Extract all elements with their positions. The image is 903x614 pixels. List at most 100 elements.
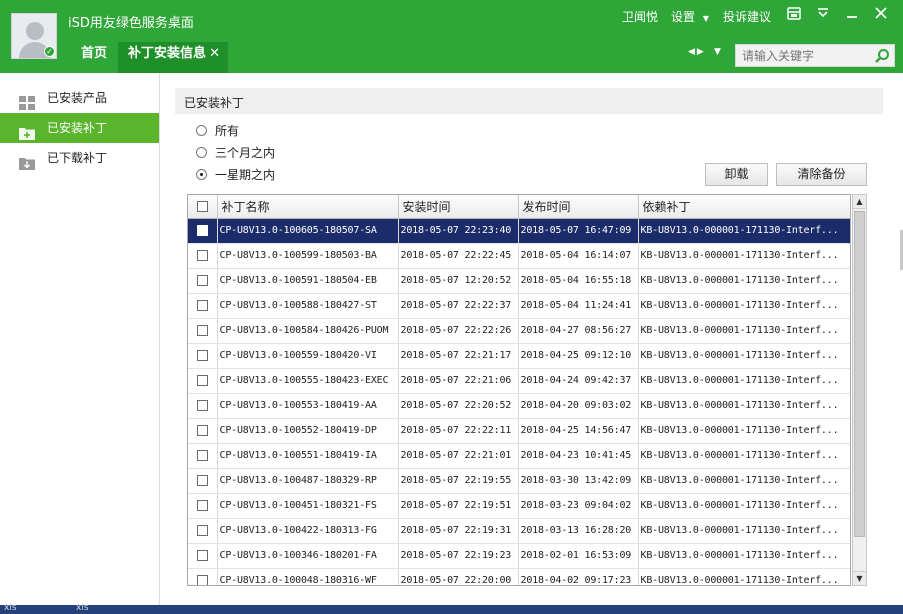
install-time-cell: 2018-05-07 22:19:55 <box>398 468 519 494</box>
clear-backup-button[interactable]: 清除备份 <box>776 163 867 186</box>
radio-icon <box>196 125 207 136</box>
table-row[interactable]: CP-U8V13.0-100422-180313-FG 2018-05-07 22… <box>188 518 850 544</box>
install-time-cell: 2018-05-07 22:19:51 <box>398 493 519 519</box>
tab-patch-info-label: 补丁安装信息 <box>128 46 207 61</box>
table-row[interactable]: CP-U8V13.0-100487-180329-RP 2018-05-07 22… <box>188 468 850 494</box>
row-checkbox[interactable] <box>188 543 218 569</box>
sidebar-item-downloaded-patches[interactable]: 已下载补丁 <box>0 143 159 173</box>
depends-cell: KB-U8V13.0-000001-171130-Interf... <box>638 493 850 519</box>
table-body: CP-U8V13.0-100605-180507-SA 2018-05-07 22… <box>188 218 850 585</box>
select-all-checkbox[interactable] <box>188 195 218 219</box>
table-row[interactable]: CP-U8V13.0-100552-180419-DP 2018-05-07 22… <box>188 418 850 444</box>
tab-patch-info[interactable]: 补丁安装信息 ✕ <box>118 42 228 73</box>
table-row[interactable]: CP-U8V13.0-100451-180321-FS 2018-05-07 22… <box>188 493 850 519</box>
table-row[interactable]: CP-U8V13.0-100584-180426-PUOM 2018-05-07 … <box>188 318 850 344</box>
scroll-thumb[interactable] <box>854 211 865 537</box>
taskbar-item[interactable]: xls <box>76 603 89 613</box>
publish-time-cell: 2018-03-30 13:42:09 <box>518 468 639 494</box>
close-tab-icon[interactable]: ✕ <box>209 42 220 66</box>
checkbox-icon <box>196 349 208 361</box>
minimize-icon[interactable] <box>843 7 861 25</box>
depends-cell: KB-U8V13.0-000001-171130-Interf... <box>638 293 850 319</box>
row-checkbox[interactable] <box>188 418 218 444</box>
depends-cell: KB-U8V13.0-000001-171130-Interf... <box>638 468 850 494</box>
depends-cell: KB-U8V13.0-000001-171130-Interf... <box>638 518 850 544</box>
row-checkbox[interactable] <box>188 493 218 519</box>
install-time-cell: 2018-05-07 22:21:17 <box>398 343 519 369</box>
app-title: iSD用友绿色服务桌面 <box>68 16 194 31</box>
row-checkbox[interactable] <box>188 293 218 319</box>
publish-time-cell: 2018-02-01 16:53:09 <box>518 543 639 569</box>
table-row[interactable]: CP-U8V13.0-100588-180427-ST 2018-05-07 22… <box>188 293 850 319</box>
row-checkbox[interactable] <box>188 218 218 244</box>
publish-time-cell: 2018-05-04 16:55:18 <box>518 268 639 294</box>
feedback-link[interactable]: 投诉建议 <box>723 8 771 26</box>
scroll-down-icon[interactable]: ▼ <box>853 571 866 585</box>
publish-time-cell: 2018-04-02 09:17:23 <box>518 568 639 585</box>
row-checkbox[interactable] <box>188 518 218 544</box>
settings-menu[interactable]: 设置 ▼ <box>671 8 709 26</box>
depends-cell: KB-U8V13.0-000001-171130-Interf... <box>638 543 850 569</box>
row-checkbox[interactable] <box>188 568 218 585</box>
table-row[interactable]: CP-U8V13.0-100555-180423-EXEC 2018-05-07 … <box>188 368 850 394</box>
tab-list-dropdown-icon[interactable]: ▼ <box>714 47 721 57</box>
patch-name-cell: CP-U8V13.0-100588-180427-ST <box>217 293 399 319</box>
tab-home[interactable]: 首页 <box>70 42 118 73</box>
close-window-icon[interactable] <box>872 7 890 25</box>
install-time-cell: 2018-05-07 22:19:31 <box>398 518 519 544</box>
table-row[interactable]: CP-U8V13.0-100553-180419-AA 2018-05-07 22… <box>188 393 850 419</box>
publish-time-cell: 2018-03-13 16:28:20 <box>518 518 639 544</box>
checkbox-icon <box>196 374 208 386</box>
user-name[interactable]: 卫闻悦 <box>622 8 658 26</box>
column-header-name[interactable]: 补丁名称 <box>217 195 399 219</box>
publish-time-cell: 2018-04-20 09:03:02 <box>518 393 639 419</box>
tab-scroll-arrows-icon[interactable]: ◀▶ <box>688 47 706 57</box>
publish-time-cell: 2018-04-25 09:12:10 <box>518 343 639 369</box>
radio-label: 一星期之内 <box>215 168 276 182</box>
column-header-depends[interactable]: 依赖补丁 <box>638 195 850 219</box>
table-row[interactable]: CP-U8V13.0-100605-180507-SA 2018-05-07 22… <box>188 218 850 244</box>
table-row[interactable]: CP-U8V13.0-100559-180420-VI 2018-05-07 22… <box>188 343 850 369</box>
row-checkbox[interactable] <box>188 468 218 494</box>
install-time-cell: 2018-05-07 12:20:52 <box>398 268 519 294</box>
row-checkbox[interactable] <box>188 318 218 344</box>
vertical-scrollbar[interactable]: ▲ ▼ <box>852 194 867 586</box>
patch-name-cell: CP-U8V13.0-100555-180423-EXEC <box>217 368 399 394</box>
row-checkbox[interactable] <box>188 393 218 419</box>
taskbar-strip: xls xls <box>0 603 903 614</box>
taskbar-item[interactable]: xls <box>4 603 17 613</box>
row-checkbox[interactable] <box>188 443 218 469</box>
scroll-up-icon[interactable]: ▲ <box>853 195 866 209</box>
table-row[interactable]: CP-U8V13.0-100551-180419-IA 2018-05-07 22… <box>188 443 850 469</box>
table-row[interactable]: CP-U8V13.0-100346-180201-FA 2018-05-07 22… <box>188 543 850 569</box>
sidebar-item-installed-products[interactable]: 已安装产品 <box>0 83 159 113</box>
table-row[interactable]: CP-U8V13.0-100048-180316-WF 2018-05-07 22… <box>188 568 850 585</box>
row-checkbox[interactable] <box>188 268 218 294</box>
row-checkbox[interactable] <box>188 368 218 394</box>
search-input[interactable] <box>742 47 872 64</box>
table-row[interactable]: CP-U8V13.0-100591-180504-EB 2018-05-07 12… <box>188 268 850 294</box>
row-checkbox[interactable] <box>188 343 218 369</box>
checkbox-icon <box>196 449 208 461</box>
column-header-published[interactable]: 发布时间 <box>518 195 639 219</box>
patch-name-cell: CP-U8V13.0-100553-180419-AA <box>217 393 399 419</box>
sidebar-item-installed-patches[interactable]: 已安装补丁 <box>0 113 159 143</box>
row-checkbox[interactable] <box>188 243 218 269</box>
avatar[interactable]: ✓ <box>11 13 57 59</box>
menu-dropdown-icon[interactable] <box>814 7 832 25</box>
install-time-cell: 2018-05-07 22:20:52 <box>398 393 519 419</box>
checkbox-icon <box>196 399 208 411</box>
search-icon[interactable] <box>874 48 890 64</box>
radio-label: 三个月之内 <box>215 146 276 160</box>
column-header-installed[interactable]: 安装时间 <box>398 195 519 219</box>
folder-download-icon <box>19 151 35 170</box>
table-row[interactable]: CP-U8V13.0-100599-180503-BA 2018-05-07 22… <box>188 243 850 269</box>
publish-time-cell: 2018-04-27 08:56:27 <box>518 318 639 344</box>
skin-icon[interactable] <box>785 7 803 25</box>
sidebar-item-label: 已安装产品 <box>47 91 108 105</box>
depends-cell: KB-U8V13.0-000001-171130-Interf... <box>638 443 850 469</box>
table-header-row: 补丁名称 安装时间 发布时间 依赖补丁 <box>188 195 850 219</box>
install-time-cell: 2018-05-07 22:22:26 <box>398 318 519 344</box>
install-time-cell: 2018-05-07 22:22:11 <box>398 418 519 444</box>
uninstall-button[interactable]: 卸载 <box>705 163 768 186</box>
